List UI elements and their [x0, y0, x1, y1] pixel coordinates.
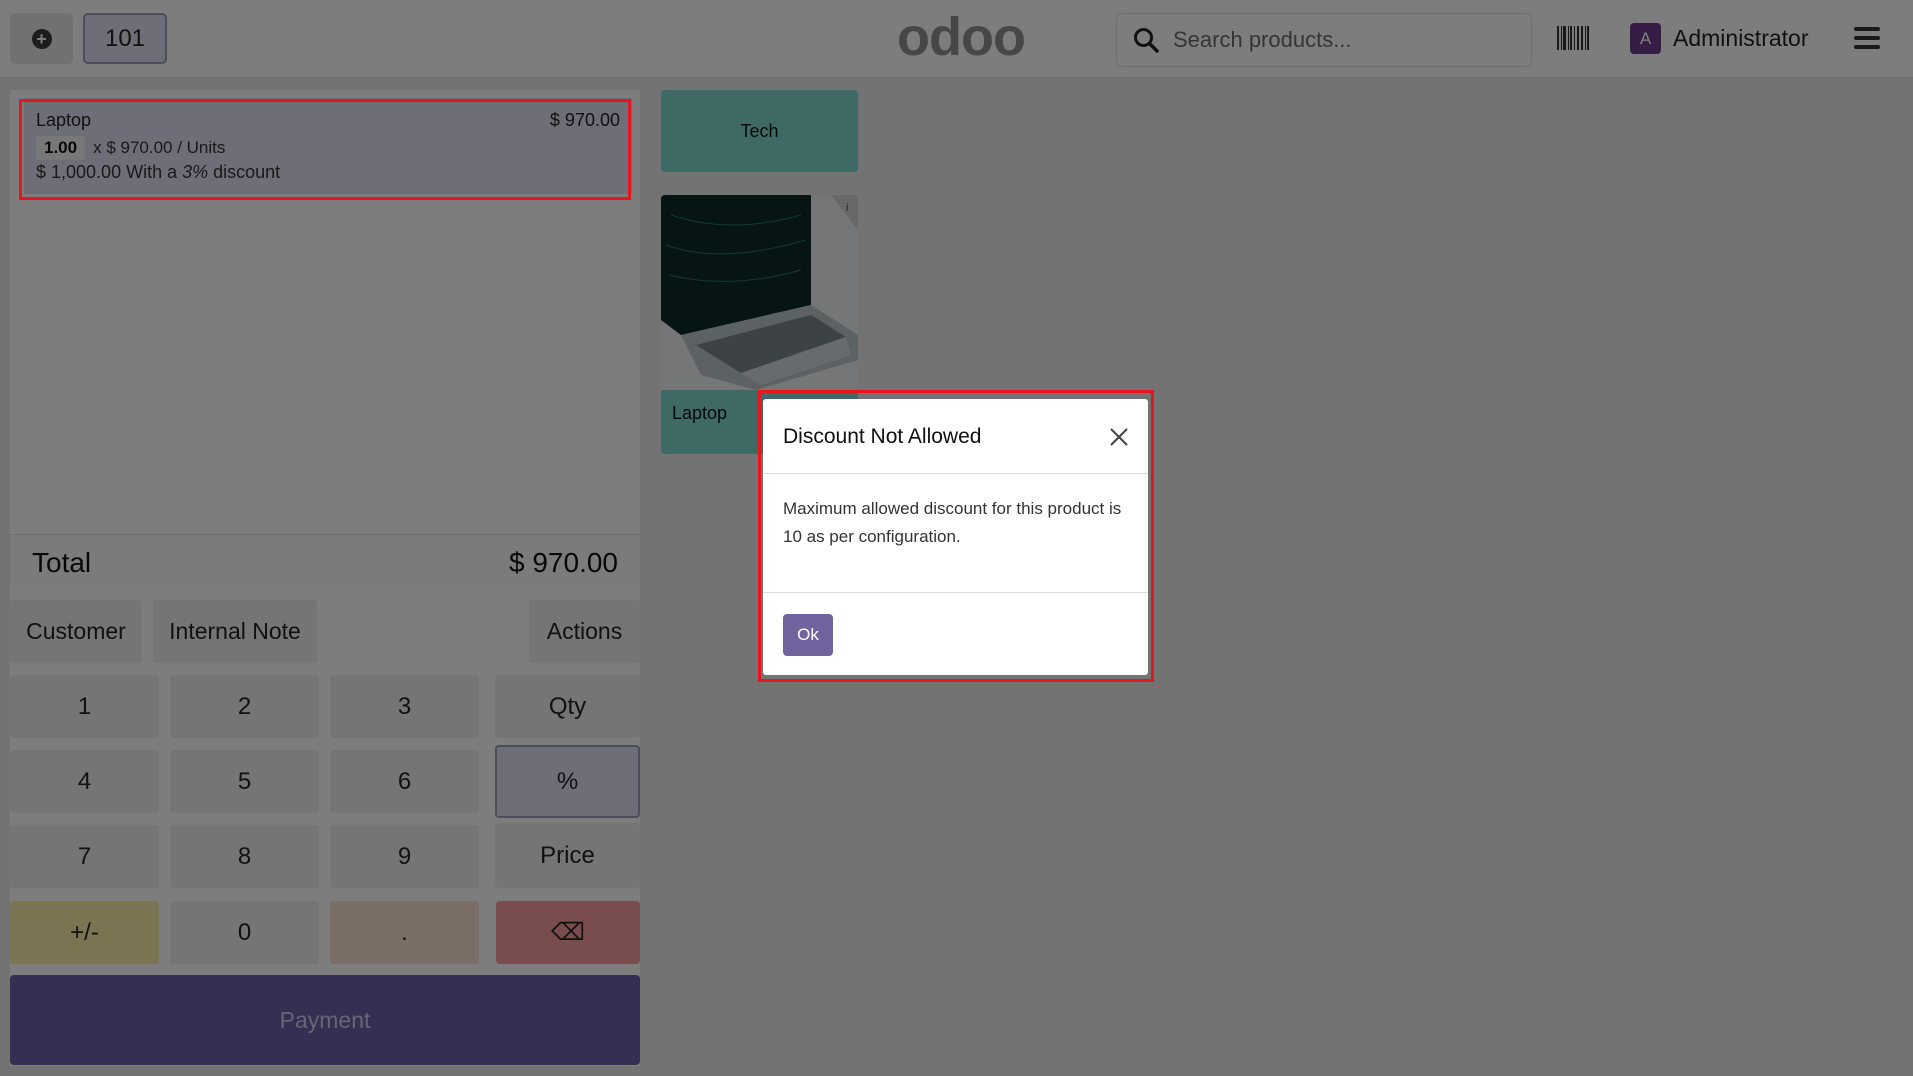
highlight-modal	[758, 390, 1154, 682]
highlight-order-line	[19, 99, 631, 200]
